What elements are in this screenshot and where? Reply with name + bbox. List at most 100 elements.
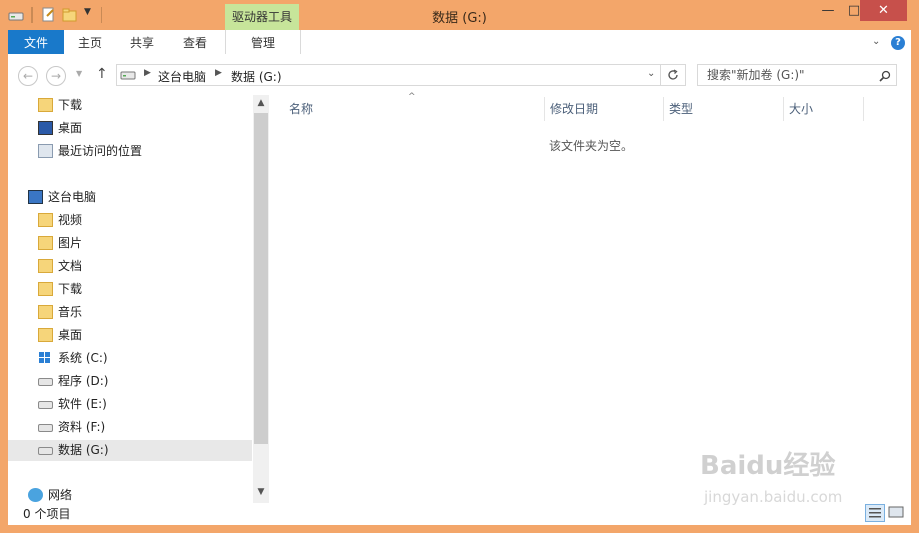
nav-item-music[interactable]: 音乐 — [38, 302, 238, 323]
help-icon[interactable]: ? — [891, 36, 905, 50]
videos-folder-icon — [38, 213, 53, 227]
nav-item-desktop-quick[interactable]: 桌面 — [38, 118, 238, 139]
nav-item-drive-d[interactable]: 程序 (D:) — [38, 371, 238, 392]
column-header-type[interactable]: 类型 — [669, 99, 693, 119]
desktop-folder-icon — [38, 328, 53, 342]
breadcrumb-current-drive[interactable]: 数据 (G:) — [231, 68, 282, 85]
nav-item-drive-f[interactable]: 资料 (F:) — [38, 417, 238, 438]
tab-share[interactable]: 共享 — [130, 30, 154, 54]
nav-item-label: 下载 — [58, 98, 83, 112]
column-divider[interactable] — [663, 97, 664, 121]
nav-item-label: 这台电脑 — [48, 190, 97, 204]
nav-item-drive-c[interactable]: 系统 (C:) — [38, 348, 238, 369]
details-view-icon — [869, 508, 881, 518]
nav-item-pictures[interactable]: 图片 — [38, 233, 238, 254]
nav-item-label: 数据 (G:) — [58, 443, 109, 457]
recent-locations-icon[interactable]: ▼ — [76, 69, 82, 78]
baidu-watermark-url: jingyan.baidu.com — [704, 488, 843, 506]
drive-icon — [38, 447, 53, 455]
details-view-button[interactable] — [865, 504, 885, 522]
breadcrumb-separator-icon[interactable]: ▶ — [144, 68, 151, 78]
drive-icon — [38, 401, 53, 409]
nav-item-label: 资料 (F:) — [58, 420, 106, 434]
large-icons-view-button[interactable] — [887, 504, 907, 522]
tab-view[interactable]: 查看 — [183, 30, 207, 54]
nav-item-downloads-quick[interactable]: 下载 — [38, 95, 238, 116]
breadcrumb-separator-icon[interactable]: ▶ — [215, 68, 222, 78]
nav-item-recent-places[interactable]: 最近访问的位置 — [38, 141, 238, 162]
nav-item-label: 桌面 — [58, 328, 83, 342]
drive-icon — [38, 424, 53, 432]
drive-icon — [38, 378, 53, 386]
explorer-window: ▼ 驱动器工具 数据 (G:) — □ ✕ 文件 主页 共享 查看 管理 ⌄ ?… — [0, 0, 919, 533]
minimize-button[interactable]: — — [815, 0, 841, 21]
nav-item-drive-e[interactable]: 软件 (E:) — [38, 394, 238, 415]
navigation-pane[interactable]: 下载 桌面 最近访问的位置 这台电脑 视频 图片 文档 下载 音乐 桌面 系统 … — [8, 95, 252, 503]
forward-button[interactable]: → — [46, 66, 66, 86]
nav-item-label: 桌面 — [58, 121, 83, 135]
download-folder-icon — [38, 98, 53, 112]
column-divider[interactable] — [783, 97, 784, 121]
nav-item-drive-g[interactable]: 数据 (G:) — [8, 440, 252, 461]
large-icons-view-icon — [888, 506, 904, 518]
expand-ribbon-icon[interactable]: ⌄ — [872, 36, 880, 47]
column-header-date-modified[interactable]: 修改日期 — [550, 99, 598, 119]
column-header-name[interactable]: 名称 — [289, 99, 313, 119]
scroll-down-icon[interactable]: ▼ — [253, 487, 269, 497]
address-dropdown-icon[interactable]: ⌄ — [647, 68, 655, 79]
scroll-thumb[interactable] — [254, 113, 268, 444]
nav-item-label: 下载 — [58, 282, 83, 296]
scroll-up-icon[interactable]: ▲ — [253, 98, 269, 108]
nav-item-label: 程序 (D:) — [58, 374, 109, 388]
column-header-size[interactable]: 大小 — [789, 99, 813, 119]
download-folder-icon — [38, 282, 53, 296]
window-title: 数据 (G:) — [432, 11, 487, 26]
close-button[interactable]: ✕ — [860, 0, 907, 21]
address-row: ← → ▼ ↑ ▶ 这台电脑 ▶ 数据 (G:) ⌄ 搜索"新加卷 (G:)" — [8, 57, 911, 95]
drive-icon — [120, 68, 136, 85]
breadcrumb-this-pc[interactable]: 这台电脑 — [158, 68, 206, 85]
content-area: 下载 桌面 最近访问的位置 这台电脑 视频 图片 文档 下载 音乐 桌面 系统 … — [8, 92, 911, 525]
nav-item-label: 系统 (C:) — [58, 351, 108, 365]
nav-item-documents[interactable]: 文档 — [38, 256, 238, 277]
recent-places-icon — [38, 144, 53, 158]
nav-item-network[interactable]: 网络 — [28, 485, 238, 503]
nav-scrollbar[interactable]: ▲ ▼ — [253, 95, 269, 503]
nav-item-label: 视频 — [58, 213, 83, 227]
documents-folder-icon — [38, 259, 53, 273]
nav-item-desktop[interactable]: 桌面 — [38, 325, 238, 346]
computer-icon — [28, 190, 43, 204]
column-divider[interactable] — [863, 97, 864, 121]
search-icon[interactable] — [879, 68, 891, 88]
status-item-count: 0 个项目 — [23, 507, 71, 521]
baidu-watermark-logo: Baidu经验 — [700, 451, 836, 481]
nav-item-downloads[interactable]: 下载 — [38, 279, 238, 300]
tab-manage[interactable]: 管理 — [225, 30, 301, 54]
back-button[interactable]: ← — [18, 66, 38, 86]
nav-item-label: 软件 (E:) — [58, 397, 107, 411]
nav-item-this-pc[interactable]: 这台电脑 — [28, 187, 238, 208]
refresh-icon — [668, 69, 678, 80]
search-placeholder: 搜索"新加卷 (G:)" — [707, 68, 805, 82]
network-icon — [28, 488, 43, 502]
windows-drive-icon — [38, 351, 53, 365]
address-bar[interactable]: ▶ 这台电脑 ▶ 数据 (G:) ⌄ — [116, 64, 661, 86]
music-folder-icon — [38, 305, 53, 319]
ribbon-tab-bar: 文件 主页 共享 查看 管理 ⌄ ? — [8, 30, 911, 58]
desktop-icon — [38, 121, 53, 135]
empty-folder-message: 该文件夹为空。 — [549, 139, 634, 153]
nav-item-label: 音乐 — [58, 305, 83, 319]
sort-ascending-icon: ^ — [408, 92, 416, 102]
pictures-folder-icon — [38, 236, 53, 250]
title-bar: ▼ 驱动器工具 数据 (G:) — □ ✕ — [0, 0, 919, 30]
tab-home[interactable]: 主页 — [78, 30, 102, 54]
nav-item-label: 图片 — [58, 236, 83, 250]
nav-item-videos[interactable]: 视频 — [38, 210, 238, 231]
nav-item-label: 最近访问的位置 — [58, 144, 143, 158]
search-input[interactable]: 搜索"新加卷 (G:)" — [697, 64, 897, 86]
refresh-button[interactable] — [660, 64, 686, 86]
up-icon[interactable]: ↑ — [96, 66, 108, 82]
column-divider[interactable] — [544, 97, 545, 121]
nav-item-label: 文档 — [58, 259, 83, 273]
tab-file[interactable]: 文件 — [8, 30, 64, 54]
